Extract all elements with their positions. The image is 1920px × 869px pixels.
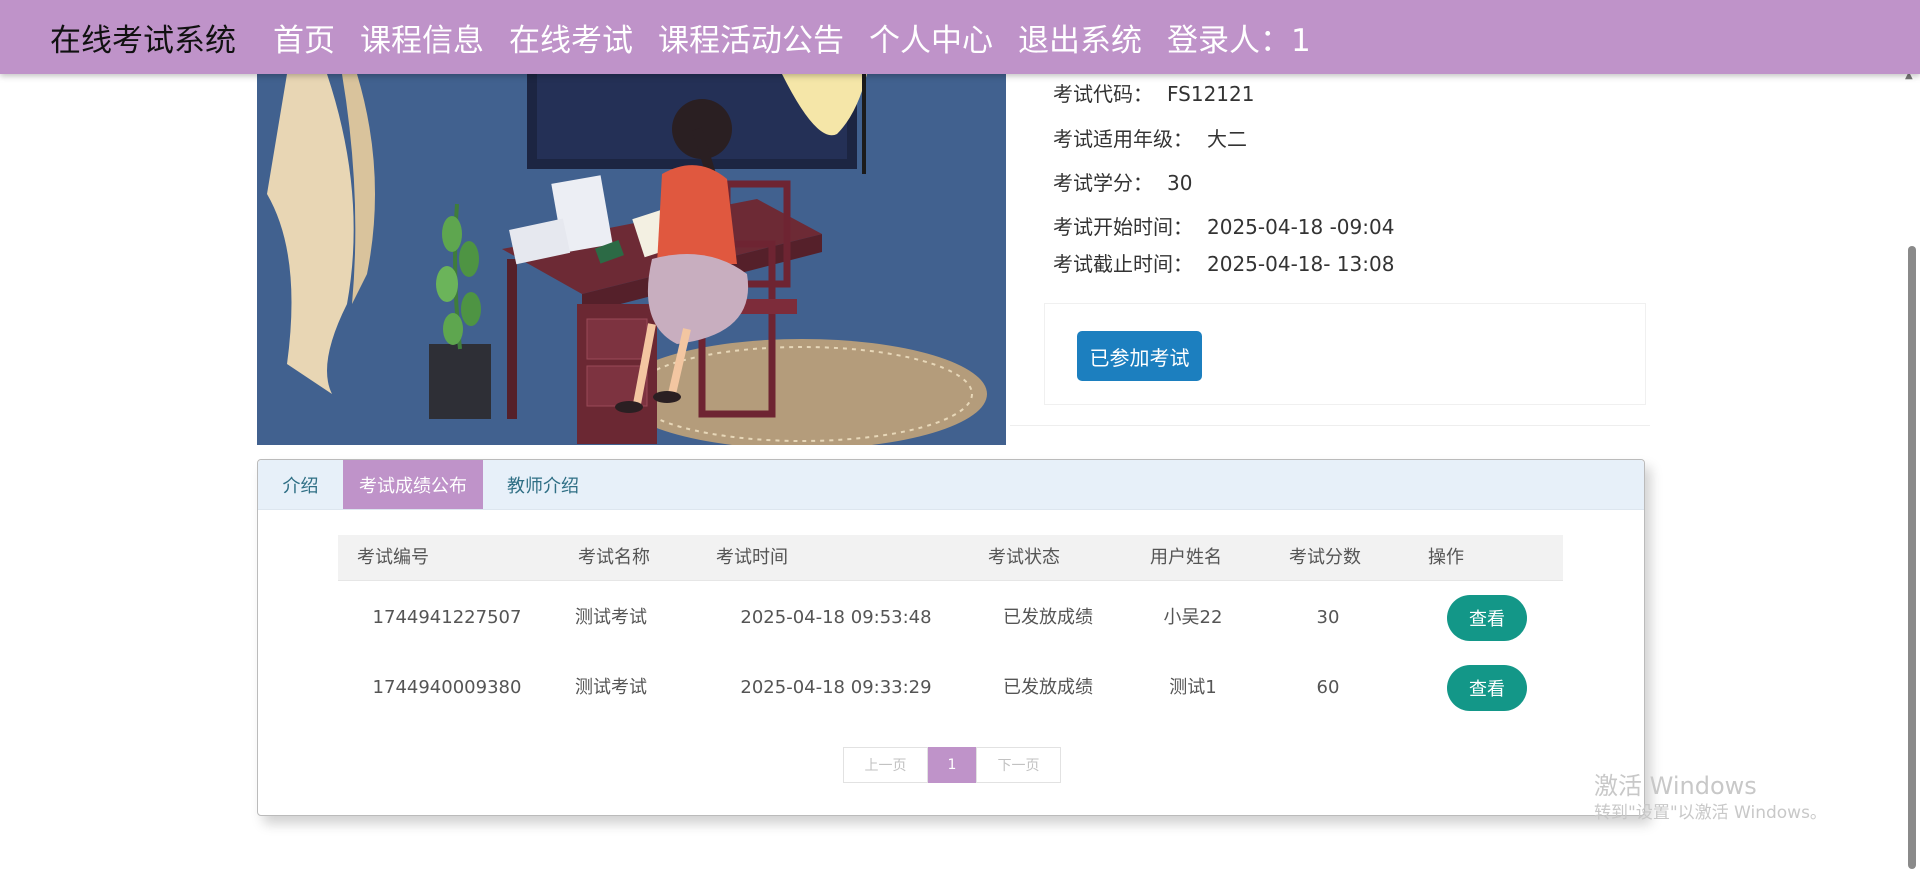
table-row: 1744940009380 测试考试 2025-04-18 09:33:29 已… (338, 654, 1563, 722)
exam-credit-label: 考试学分： (1053, 171, 1153, 195)
exam-end-value: 2025-04-18- 13:08 (1207, 252, 1395, 276)
tabs-card: 介绍 考试成绩公布 教师介绍 考试编号 考试名称 考试时间 考试状态 用户姓名 … (257, 459, 1645, 816)
exam-end-label: 考试截止时间： (1053, 252, 1193, 276)
nav-link-online-exam[interactable]: 在线考试 (509, 15, 633, 60)
col-exam-time: 考试时间 (716, 547, 788, 568)
view-button[interactable]: 查看 (1447, 665, 1527, 711)
cell-exam-time: 2025-04-18 09:53:48 (740, 607, 932, 628)
exam-credit-row: 考试学分： 30 (1053, 167, 1192, 196)
pagination: 上一页 1 下一页 (843, 747, 1061, 783)
top-navbar: 在线考试系统 首页 课程信息 在线考试 课程活动公告 个人中心 退出系统 登录人… (0, 0, 1920, 74)
table-row: 1744941227507 测试考试 2025-04-18 09:53:48 已… (338, 584, 1563, 652)
exam-start-row: 考试开始时间： 2025-04-18 -09:04 (1053, 211, 1394, 240)
next-page-button[interactable]: 下一页 (976, 747, 1061, 783)
exam-code-value: FS12121 (1167, 82, 1255, 106)
nav-link-home[interactable]: 首页 (273, 15, 335, 60)
nav-link-announcements[interactable]: 课程活动公告 (658, 15, 844, 60)
tab-teacher-intro[interactable]: 教师介绍 (483, 460, 603, 509)
exam-grade-row: 考试适用年级： 大二 (1053, 123, 1247, 152)
col-action: 操作 (1428, 547, 1464, 568)
nav-links: 首页 课程信息 在线考试 课程活动公告 个人中心 退出系统 登录人：1 (248, 15, 1311, 60)
cell-score: 30 (1316, 607, 1340, 628)
cell-score: 60 (1316, 677, 1340, 698)
cell-exam-id: 1744940009380 (372, 677, 522, 698)
cell-exam-name: 测试考试 (575, 677, 647, 698)
page-1-button[interactable]: 1 (928, 747, 976, 783)
exam-start-value: 2025-04-18 -09:04 (1207, 215, 1395, 239)
page-scrollbar-thumb[interactable] (1908, 246, 1916, 869)
windows-watermark-title: 激活 Windows (1594, 772, 1757, 800)
tab-intro[interactable]: 介绍 (258, 460, 343, 509)
view-button[interactable]: 查看 (1447, 595, 1527, 641)
divider (1010, 425, 1650, 426)
tab-exam-results[interactable]: 考试成绩公布 (343, 460, 483, 509)
exam-code-row: 考试代码： FS12121 (1053, 78, 1254, 107)
site-brand[interactable]: 在线考试系统 (50, 15, 236, 60)
exam-grade-label: 考试适用年级： (1053, 127, 1193, 151)
exam-code-label: 考试代码： (1053, 82, 1153, 106)
exam-end-row: 考试截止时间： 2025-04-18- 13:08 (1053, 248, 1394, 277)
nav-logged-in-user: 登录人：1 (1167, 22, 1311, 59)
col-exam-name: 考试名称 (578, 547, 650, 568)
col-exam-status: 考试状态 (988, 547, 1060, 568)
nav-link-course-info[interactable]: 课程信息 (360, 15, 484, 60)
cell-user-name: 小吴22 (1163, 607, 1223, 628)
nav-link-personal-center[interactable]: 个人中心 (869, 15, 993, 60)
cell-exam-status: 已发放成绩 (1003, 607, 1093, 628)
col-score: 考试分数 (1289, 547, 1361, 568)
cell-user-name: 测试1 (1169, 677, 1217, 698)
col-exam-id: 考试编号 (357, 547, 429, 568)
cell-exam-name: 测试考试 (575, 607, 647, 628)
nav-link-logout[interactable]: 退出系统 (1018, 15, 1142, 60)
join-exam-box: 已参加考试 (1044, 303, 1646, 405)
exam-start-label: 考试开始时间： (1053, 215, 1193, 239)
joined-exam-button[interactable]: 已参加考试 (1077, 331, 1202, 381)
cell-exam-status: 已发放成绩 (1003, 677, 1093, 698)
col-user-name: 用户姓名 (1150, 547, 1222, 568)
results-table-header: 考试编号 考试名称 考试时间 考试状态 用户姓名 考试分数 操作 (338, 535, 1563, 581)
prev-page-button[interactable]: 上一页 (843, 747, 928, 783)
cell-exam-id: 1744941227507 (372, 607, 522, 628)
tab-bar: 介绍 考试成绩公布 教师介绍 (258, 460, 1644, 510)
cell-exam-time: 2025-04-18 09:33:29 (740, 677, 932, 698)
windows-watermark-subtitle: 转到"设置"以激活 Windows。 (1594, 803, 1827, 823)
exam-cover-image (257, 74, 1006, 445)
study-illustration (257, 74, 1006, 445)
exam-grade-value: 大二 (1207, 127, 1247, 151)
exam-credit-value: 30 (1167, 171, 1193, 195)
